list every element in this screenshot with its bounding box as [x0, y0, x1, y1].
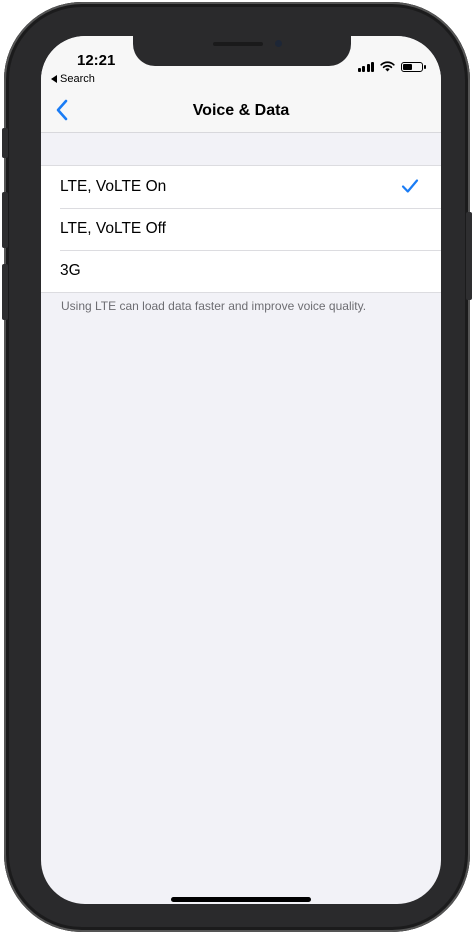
mute-switch	[2, 128, 8, 158]
status-icons	[357, 61, 426, 72]
battery-nub	[424, 64, 426, 69]
battery-fill	[403, 63, 412, 70]
back-to-app-label: Search	[60, 73, 95, 85]
option-lte-volte-on[interactable]: LTE, VoLTE On	[41, 166, 441, 208]
notch	[133, 36, 351, 66]
option-label: LTE, VoLTE On	[60, 178, 167, 195]
option-label: LTE, VoLTE Off	[60, 220, 166, 237]
home-indicator[interactable]	[171, 897, 311, 902]
power-button	[466, 212, 472, 300]
navigation-bar: Voice & Data	[41, 88, 441, 133]
status-time: 12:21	[77, 52, 116, 69]
checkmark-icon	[401, 179, 419, 193]
option-lte-volte-off[interactable]: LTE, VoLTE Off	[41, 208, 441, 250]
back-triangle-icon	[51, 75, 57, 83]
cellular-signal-icon	[357, 61, 374, 72]
battery-icon	[401, 61, 426, 72]
front-camera	[275, 40, 282, 47]
voice-data-options-list: LTE, VoLTE On LTE, VoLTE Off 3G	[41, 165, 441, 293]
screen: 12:21 Search Voice & Data LTE, VoLTE On …	[41, 36, 441, 904]
volume-down-button	[2, 264, 8, 320]
volume-up-button	[2, 192, 8, 248]
section-footer-note: Using LTE can load data faster and impro…	[61, 299, 367, 313]
option-3g[interactable]: 3G	[41, 250, 441, 292]
phone-frame: 12:21 Search Voice & Data LTE, VoLTE On …	[2, 2, 472, 932]
wifi-icon	[380, 61, 395, 72]
option-label: 3G	[60, 262, 81, 279]
back-to-app-link[interactable]: Search	[51, 73, 95, 85]
speaker-grille	[213, 42, 263, 46]
page-title: Voice & Data	[192, 102, 290, 119]
